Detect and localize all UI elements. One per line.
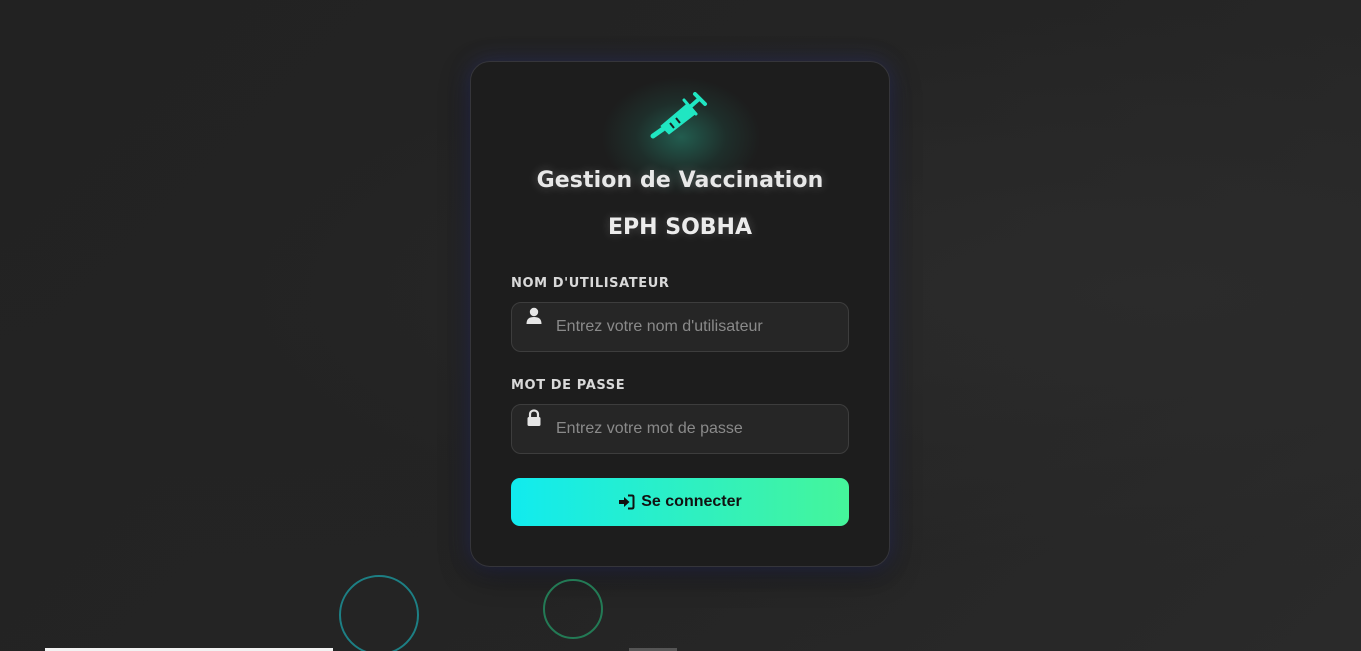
login-page: Gestion de Vaccination EPH SOBHA NOM D'U… [0, 0, 1361, 651]
user-icon [526, 307, 542, 324]
sign-in-icon [619, 494, 635, 510]
password-field[interactable] [511, 404, 849, 454]
username-input[interactable] [556, 303, 836, 351]
password-label: MOT DE PASSE [511, 378, 626, 393]
syringe-icon [650, 92, 707, 139]
login-card: Gestion de Vaccination EPH SOBHA NOM D'U… [470, 61, 890, 567]
lock-icon [527, 409, 541, 426]
username-label: NOM D'UTILISATEUR [511, 276, 670, 291]
decorative-circle [543, 579, 603, 639]
page-title: Gestion de Vaccination [536, 168, 824, 193]
decorative-circle [339, 575, 419, 651]
password-input[interactable] [556, 405, 836, 453]
login-button-label: Se connecter [641, 493, 742, 510]
login-button[interactable]: Se connecter [511, 478, 849, 526]
page-subtitle: EPH SOBHA [608, 215, 752, 240]
username-field[interactable] [511, 302, 849, 352]
